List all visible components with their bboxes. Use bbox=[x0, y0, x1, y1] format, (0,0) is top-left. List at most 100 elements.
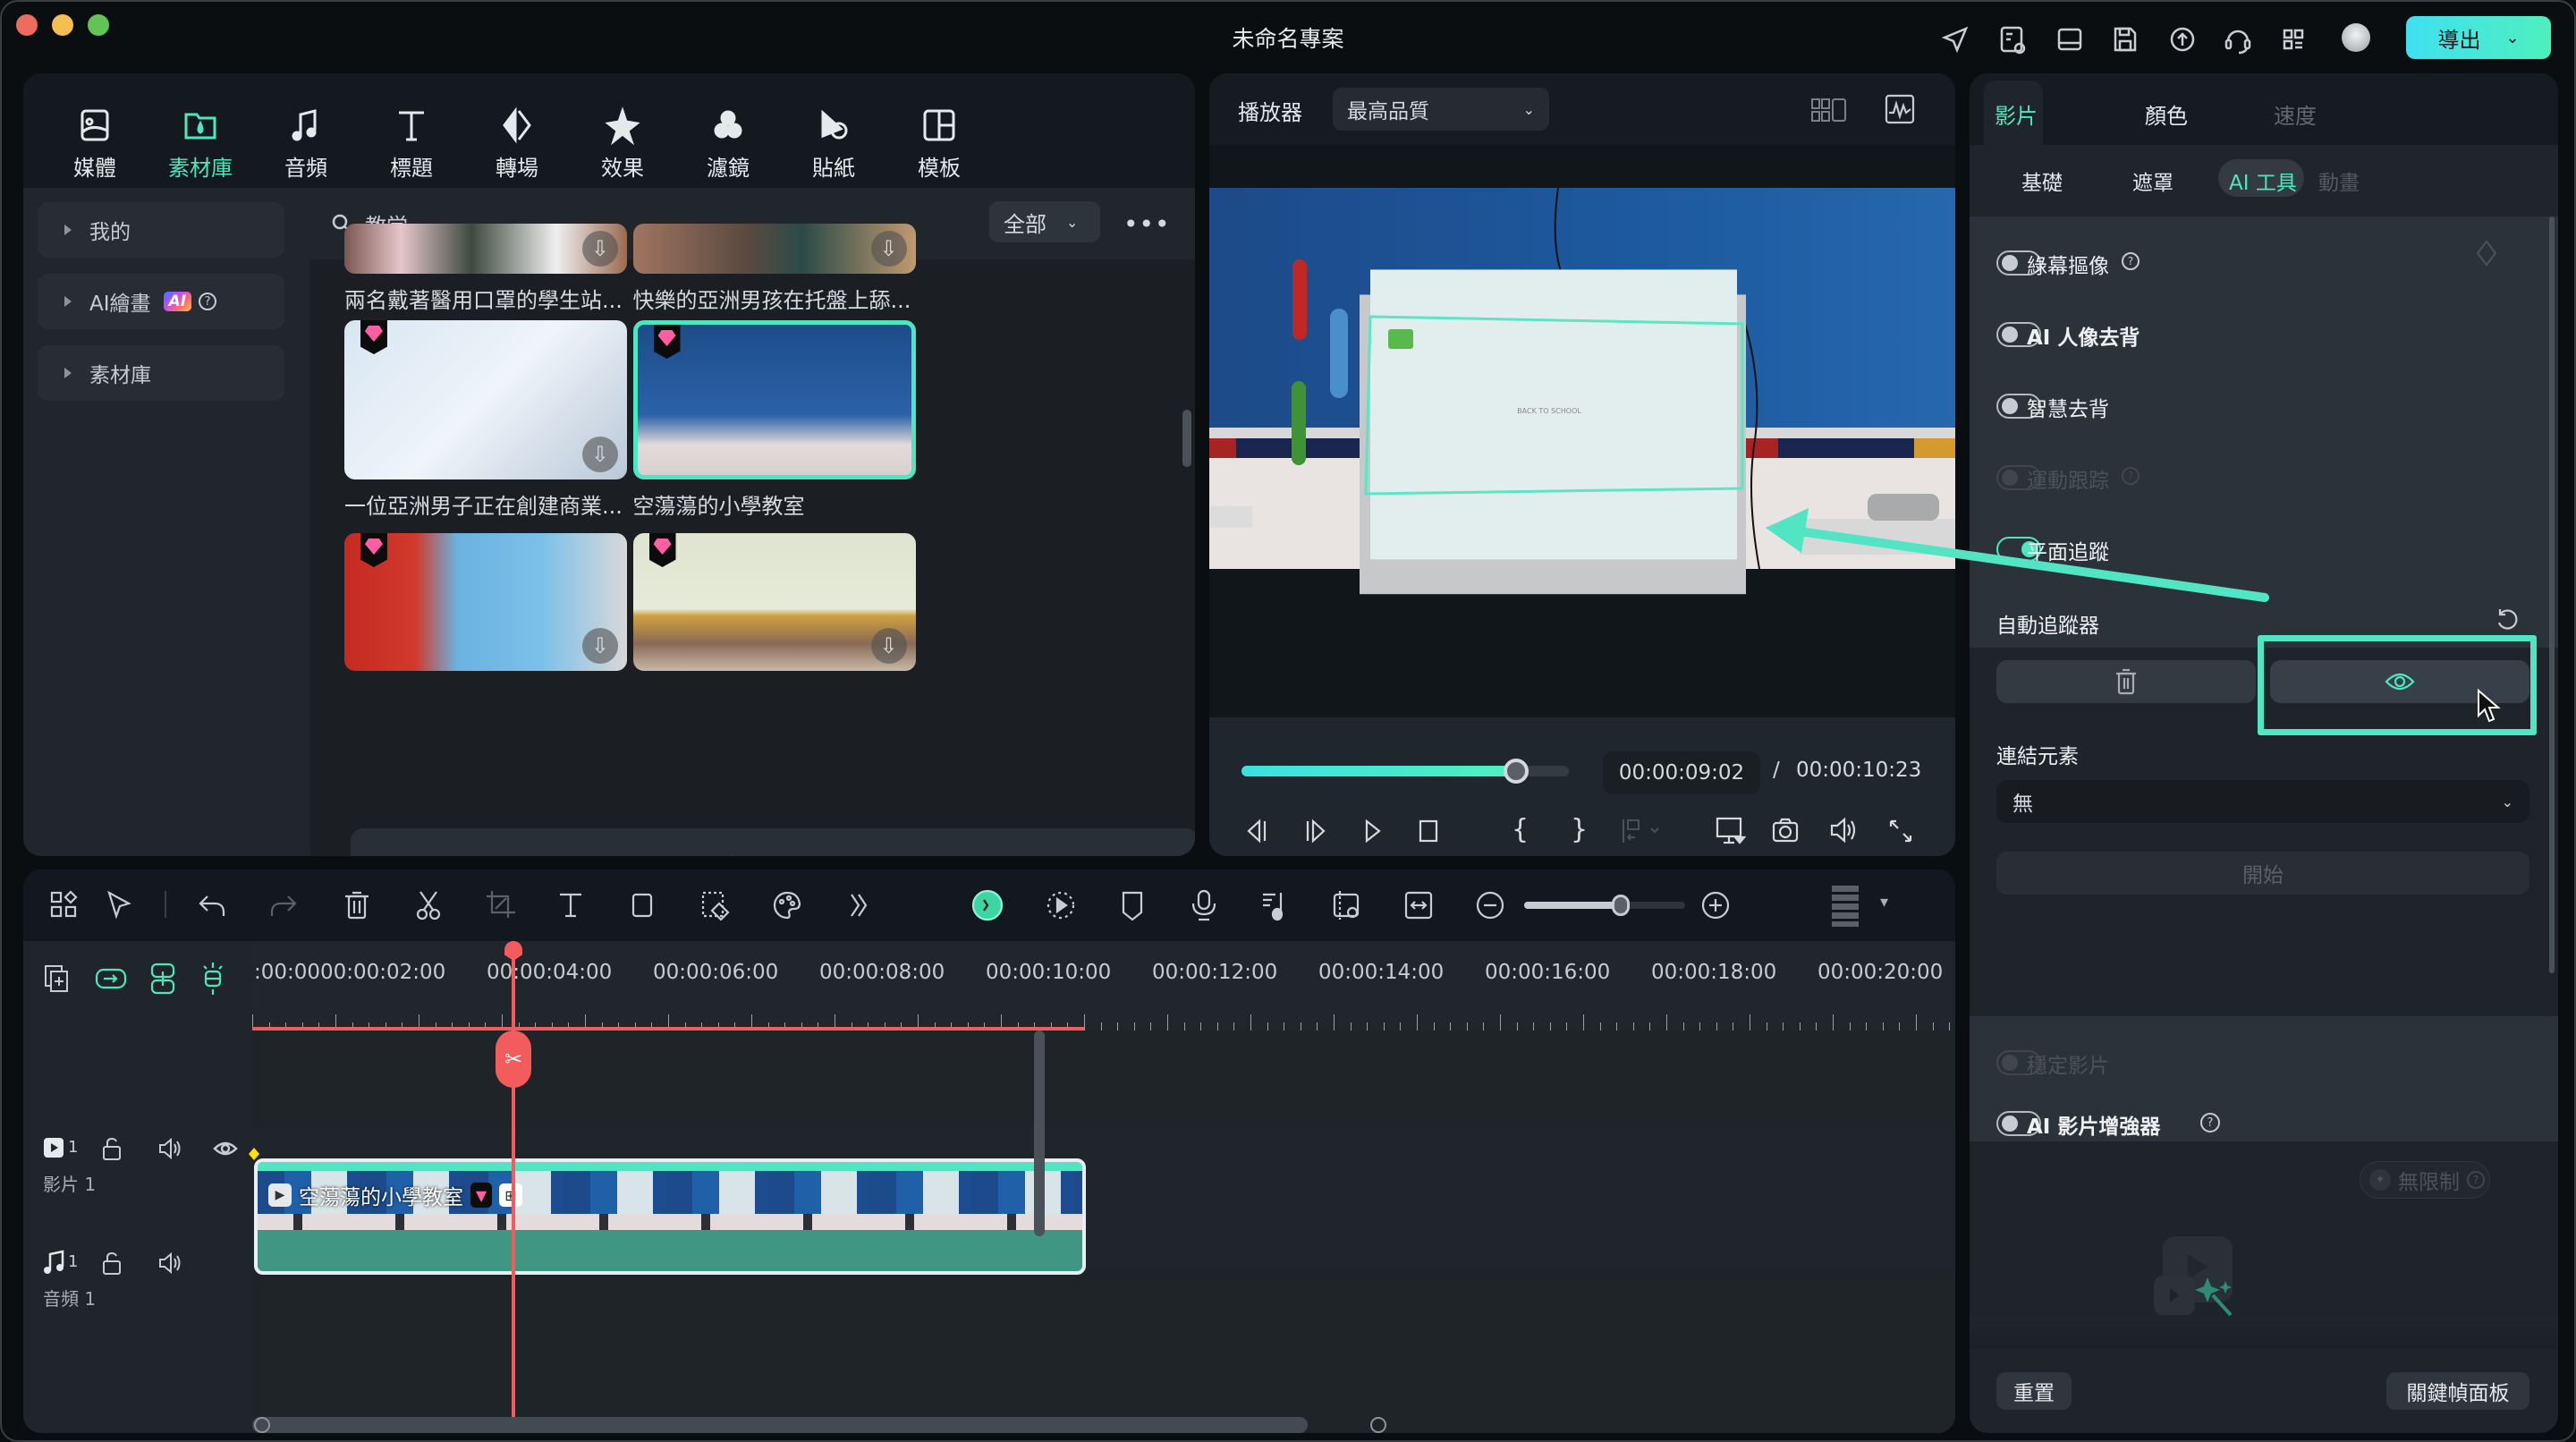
lock-icon[interactable] bbox=[100, 1136, 123, 1161]
keyframe-panel-button[interactable]: 關鍵幀面板 bbox=[2386, 1372, 2529, 1410]
download-icon[interactable]: ⇩ bbox=[870, 628, 907, 664]
layout-icon[interactable] bbox=[2054, 23, 2086, 55]
unlimited-badge[interactable]: ✦ 無限制 ? bbox=[2360, 1161, 2490, 1199]
quality-dropdown[interactable]: 最高品質 ⌄ bbox=[1333, 88, 1549, 131]
scrollbar-left-knob[interactable] bbox=[254, 1417, 270, 1433]
delete-tracker-button[interactable] bbox=[1996, 660, 2256, 703]
result-thumbnail[interactable] bbox=[632, 320, 916, 479]
color-palette-icon[interactable] bbox=[771, 889, 803, 921]
keyframe-link-icon[interactable] bbox=[1331, 889, 1363, 921]
subtab-mask[interactable]: 遮罩 bbox=[2132, 165, 2174, 196]
reset-button[interactable]: 重置 bbox=[1996, 1372, 2072, 1410]
filter-dropdown[interactable]: 全部 ⌄ bbox=[989, 201, 1100, 242]
help-icon[interactable]: ? bbox=[2122, 252, 2140, 270]
media-tab-2[interactable]: 音頻 bbox=[261, 106, 351, 182]
shape-tool-icon[interactable] bbox=[628, 889, 660, 921]
cloud-upload-icon[interactable] bbox=[2166, 23, 2199, 55]
results-scrollbar[interactable] bbox=[1182, 410, 1191, 467]
media-tab-3[interactable]: 標題 bbox=[367, 106, 456, 182]
track-view-dropdown-icon[interactable]: ▾ bbox=[1880, 893, 1888, 912]
next-frame-icon[interactable] bbox=[1302, 818, 1329, 844]
ai-copilot-icon[interactable] bbox=[971, 889, 1004, 921]
undo-icon[interactable] bbox=[197, 889, 229, 921]
subtab-animation[interactable]: 動畫 bbox=[2318, 165, 2360, 196]
help-icon[interactable]: ? bbox=[2200, 1113, 2220, 1132]
tab-video[interactable]: 影片 bbox=[1995, 98, 2038, 130]
more-options-icon[interactable]: ••• bbox=[1123, 209, 1171, 239]
result-thumbnail[interactable]: ⇩ bbox=[343, 224, 627, 274]
stop-icon[interactable] bbox=[1415, 818, 1442, 844]
scrollbar-right-knob[interactable] bbox=[1370, 1417, 1386, 1433]
media-tab-0[interactable]: 媒體 bbox=[50, 106, 140, 182]
headset-icon[interactable] bbox=[2222, 23, 2254, 55]
link-clips-icon[interactable] bbox=[95, 964, 127, 993]
result-thumbnail[interactable]: ⇩ bbox=[343, 320, 627, 479]
timeline-horizontal-scrollbar[interactable] bbox=[252, 1417, 1386, 1433]
download-icon[interactable]: ⇩ bbox=[581, 628, 618, 664]
timeline-vertical-scrollbar[interactable] bbox=[1034, 1031, 1045, 1236]
apps-grid-icon[interactable] bbox=[2277, 23, 2309, 55]
download-icon[interactable]: ⇩ bbox=[581, 437, 618, 472]
progress-track[interactable] bbox=[1241, 759, 1569, 784]
help-icon[interactable]: ? bbox=[199, 293, 217, 310]
lock-icon[interactable] bbox=[100, 1251, 123, 1276]
media-tab-5[interactable]: 效果 bbox=[578, 106, 667, 182]
volume-icon[interactable] bbox=[1828, 816, 1859, 844]
thumbs-up-icon[interactable] bbox=[717, 853, 748, 856]
start-button[interactable]: 開始 bbox=[1996, 852, 2529, 895]
redo-icon[interactable] bbox=[267, 889, 299, 921]
sidebar-item-mine[interactable]: 我的 bbox=[38, 202, 284, 258]
zoom-in-icon[interactable] bbox=[1699, 889, 1732, 921]
keyboard-timer-icon[interactable] bbox=[1996, 23, 2029, 55]
zoom-out-icon[interactable] bbox=[1474, 889, 1506, 921]
play-icon[interactable] bbox=[1360, 818, 1386, 844]
progress-knob[interactable] bbox=[1504, 759, 1530, 784]
more-tools-icon[interactable] bbox=[843, 889, 875, 921]
select-tool-icon[interactable] bbox=[104, 889, 136, 921]
display-settings-icon[interactable] bbox=[1714, 816, 1746, 846]
mute-audio-icon[interactable] bbox=[157, 1251, 184, 1276]
mask-tool-icon[interactable] bbox=[699, 889, 732, 921]
download-icon[interactable]: ⇩ bbox=[870, 231, 907, 267]
text-tool-icon[interactable] bbox=[556, 889, 589, 921]
media-tab-6[interactable]: 濾鏡 bbox=[683, 106, 773, 182]
mark-out-icon[interactable]: } bbox=[1571, 814, 1588, 845]
previous-frame-icon[interactable] bbox=[1243, 818, 1270, 844]
export-button[interactable]: 導出 ⌄ bbox=[2406, 16, 2551, 59]
avatar[interactable] bbox=[2342, 23, 2370, 52]
split-scissors-button[interactable]: ✂ bbox=[496, 1031, 531, 1088]
fullscreen-icon[interactable] bbox=[1887, 818, 1914, 844]
save-icon[interactable] bbox=[2109, 23, 2141, 55]
download-icon[interactable]: ⇩ bbox=[581, 231, 618, 267]
media-tab-8[interactable]: 模板 bbox=[894, 106, 984, 182]
fit-timeline-icon[interactable] bbox=[1402, 889, 1435, 921]
visibility-eye-icon[interactable] bbox=[213, 1138, 238, 1159]
result-thumbnail[interactable]: ⇩ bbox=[343, 533, 627, 671]
subtab-basic[interactable]: 基礎 bbox=[2021, 165, 2063, 196]
send-icon[interactable] bbox=[1939, 23, 1971, 55]
playhead[interactable] bbox=[512, 941, 515, 1433]
mark-in-icon[interactable]: { bbox=[1512, 814, 1529, 845]
link-element-dropdown[interactable]: 無 ⌄ bbox=[1996, 780, 2529, 823]
properties-scrollbar[interactable] bbox=[2549, 216, 2555, 973]
tab-color[interactable]: 顏色 bbox=[2145, 98, 2188, 130]
chevron-down-icon[interactable]: ⌄ bbox=[2505, 29, 2519, 47]
add-track-icon[interactable] bbox=[43, 964, 72, 993]
audio-stretch-icon[interactable] bbox=[1259, 889, 1292, 921]
snap-icon[interactable] bbox=[199, 961, 227, 997]
help-icon[interactable]: ? bbox=[2122, 467, 2140, 485]
tab-speed[interactable]: 速度 bbox=[2274, 98, 2317, 130]
mute-audio-icon[interactable] bbox=[157, 1136, 184, 1161]
sidebar-item-stock[interactable]: 素材庫 bbox=[38, 345, 284, 401]
auto-ripple-icon[interactable] bbox=[148, 963, 177, 995]
waveform-monitor-icon[interactable] bbox=[1884, 93, 1916, 125]
media-tab-1[interactable]: 素材庫 bbox=[156, 106, 245, 182]
media-tab-7[interactable]: 貼紙 bbox=[789, 106, 878, 182]
timeline-zoom-slider[interactable] bbox=[1524, 895, 1685, 916]
thumbs-down-icon[interactable] bbox=[764, 853, 794, 856]
media-tab-4[interactable]: 轉場 bbox=[472, 106, 562, 182]
grid-view-icon[interactable] bbox=[1810, 97, 1848, 123]
keyframe-diamond-icon[interactable] bbox=[2476, 240, 2497, 267]
close-feedback-icon[interactable]: ✕ bbox=[1145, 850, 1169, 856]
auto-reframe-icon[interactable] bbox=[1045, 889, 1077, 921]
